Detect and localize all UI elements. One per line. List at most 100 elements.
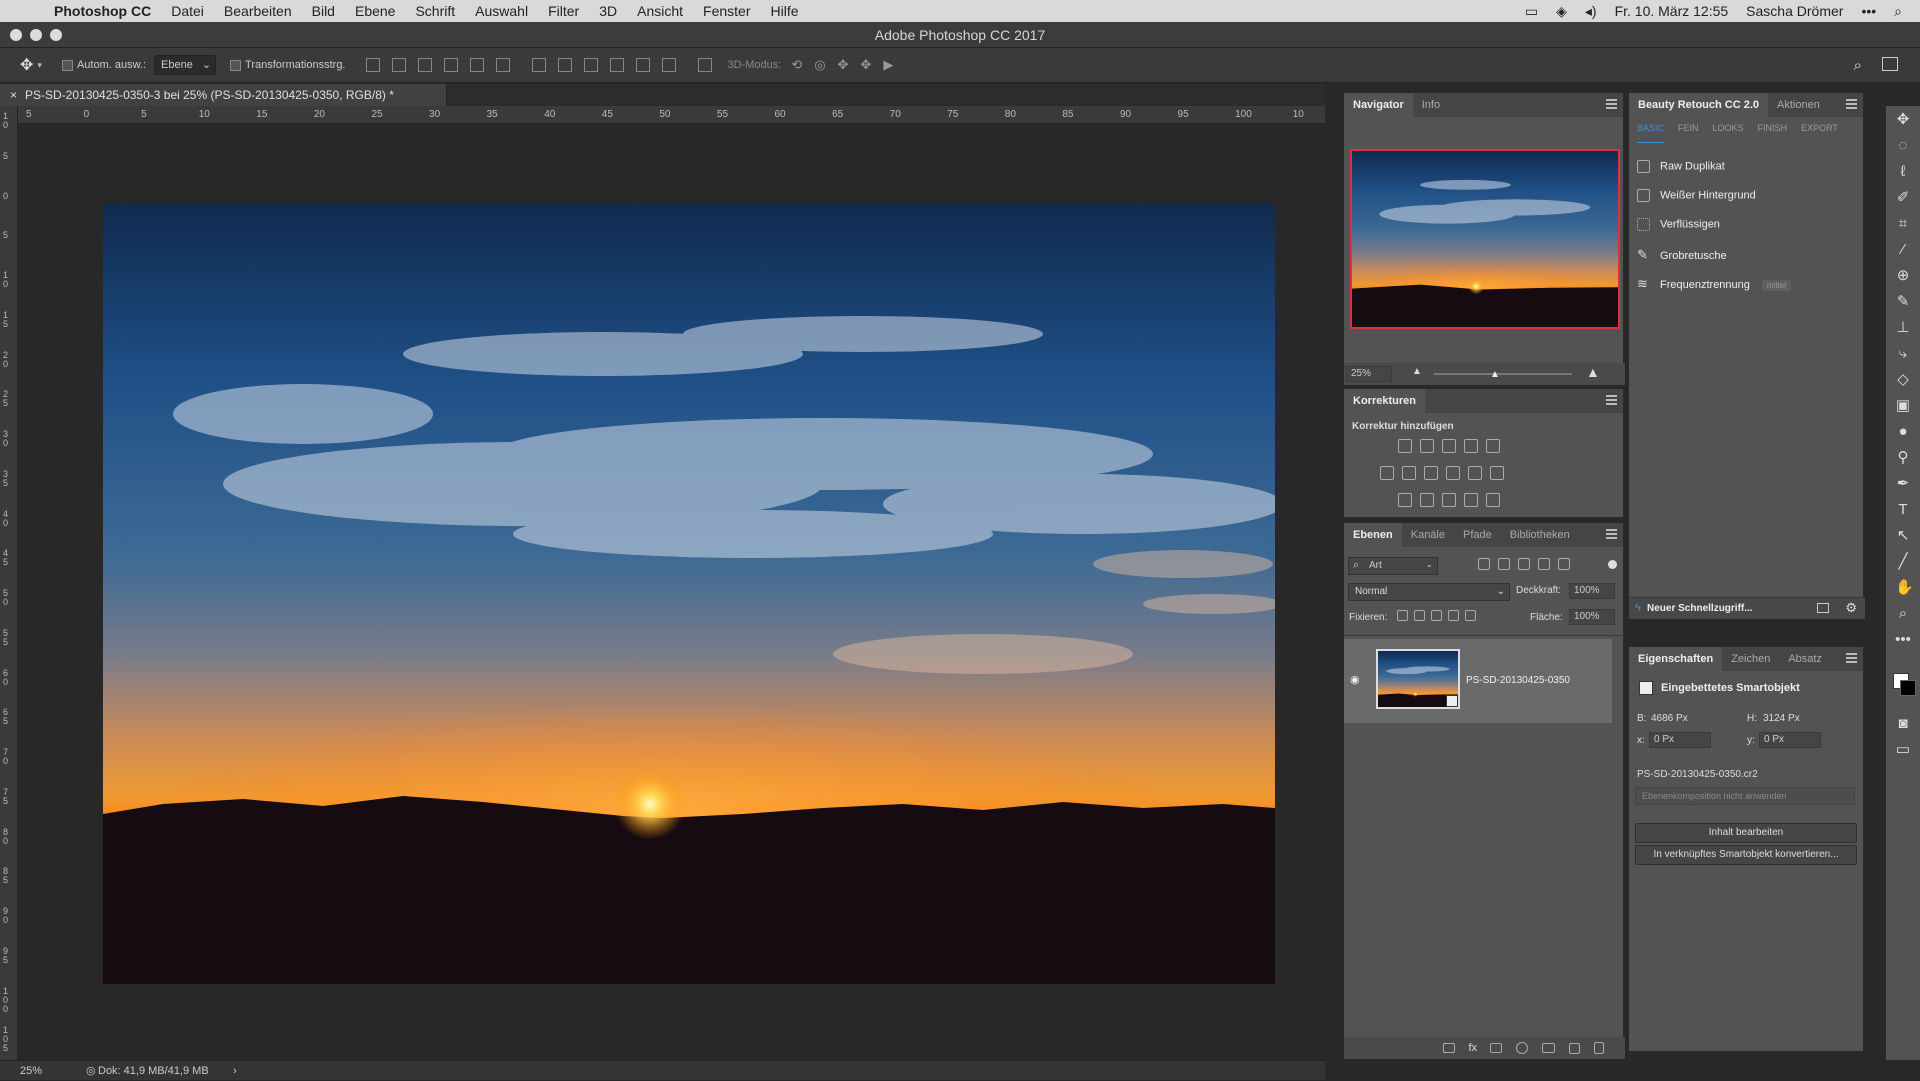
subtab-fein[interactable]: FEIN (1678, 123, 1699, 143)
type-tool-icon[interactable]: T (1895, 502, 1911, 518)
tab-aktionen[interactable]: Aktionen (1768, 93, 1829, 117)
beauty-item-raw-duplikat[interactable]: Raw Duplikat (1637, 160, 1857, 180)
panel-menu-icon[interactable] (1606, 395, 1617, 405)
window-icon[interactable] (1817, 603, 1829, 613)
tab-zeichen[interactable]: Zeichen (1722, 647, 1779, 671)
distribute-vcenter-icon[interactable] (557, 58, 572, 72)
navigator-zoom-field[interactable]: 25% (1346, 366, 1392, 382)
tab-info[interactable]: Info (1413, 93, 1449, 117)
threshold-icon[interactable] (1442, 493, 1456, 507)
history-brush-tool-icon[interactable]: ⤷ (1895, 346, 1911, 362)
more-tools-icon[interactable]: ••• (1895, 632, 1911, 648)
zoom-out-icon[interactable]: ▲ (1412, 366, 1422, 377)
filter-adjustment-icon[interactable] (1498, 558, 1510, 571)
airplay-icon[interactable]: ▭ (1525, 3, 1538, 20)
brush-tool-icon[interactable]: ✎ (1895, 294, 1911, 310)
y-field[interactable]: 0 Px (1759, 732, 1821, 748)
new-adjustment-icon[interactable] (1516, 1042, 1528, 1054)
transform-checkbox-wrap[interactable]: Transformationsstrg. (230, 59, 346, 71)
menu-3d[interactable]: 3D (599, 3, 617, 19)
fx-icon[interactable]: fx (1468, 1042, 1477, 1054)
sunset-photo[interactable] (103, 204, 1275, 984)
navigator-preview[interactable] (1350, 149, 1620, 329)
marquee-tool-icon[interactable]: ◌ (1895, 138, 1911, 154)
apple-icon[interactable] (18, 3, 40, 19)
tab-eigenschaften[interactable]: Eigenschaften (1629, 647, 1723, 671)
new-group-icon[interactable] (1542, 1043, 1555, 1053)
panel-menu-icon[interactable] (1606, 529, 1617, 539)
status-zoom[interactable]: 25% (20, 1061, 42, 1081)
auto-select-dropdown[interactable]: Ebene ⌄ (154, 55, 217, 75)
corrections-title[interactable]: Korrekturen (1344, 389, 1425, 413)
close-tab-icon[interactable]: × (10, 88, 17, 102)
curves-icon[interactable] (1442, 439, 1456, 453)
align-vcenter-icon[interactable] (391, 58, 406, 72)
tab-kanaele[interactable]: Kanäle (1402, 523, 1454, 547)
gradient-tool-icon[interactable]: ▣ (1895, 398, 1911, 414)
layer-filter-dropdown[interactable]: ⌕ Art ⌄ (1348, 557, 1438, 575)
align-left-icon[interactable] (443, 58, 458, 72)
add-mask-icon[interactable] (1490, 1043, 1502, 1053)
zoom-slider-thumb[interactable]: ▲ (1490, 369, 1500, 380)
beauty-item-frequenztrennung[interactable]: ≋ Frequenztrennung mittel (1637, 276, 1857, 296)
filter-type-icon[interactable] (1518, 558, 1530, 571)
vibrance-icon[interactable] (1486, 439, 1500, 453)
tab-bibliotheken[interactable]: Bibliotheken (1501, 523, 1579, 547)
zoom-in-icon[interactable]: ▲ (1586, 364, 1600, 380)
filter-toggle-icon[interactable] (1608, 560, 1617, 569)
fill-field[interactable]: 100% (1569, 609, 1615, 625)
brightness-icon[interactable] (1398, 439, 1412, 453)
move-tool-icon[interactable]: ✥ (1895, 112, 1911, 128)
menu-auswahl[interactable]: Auswahl (475, 3, 528, 19)
beauty-item-weisser-hintergrund[interactable]: Weißer Hintergrund (1637, 189, 1857, 209)
lock-transparent-icon[interactable] (1397, 609, 1408, 621)
hue-saturation-icon[interactable] (1380, 466, 1394, 480)
tab-ebenen[interactable]: Ebenen (1344, 523, 1402, 547)
menu-ansicht[interactable]: Ansicht (637, 3, 683, 19)
path-select-tool-icon[interactable]: ↖ (1895, 528, 1911, 544)
lock-pixels-icon[interactable] (1414, 609, 1425, 621)
align-right-icon[interactable] (495, 58, 510, 72)
filter-pixel-icon[interactable] (1478, 558, 1490, 571)
menu-app[interactable]: Photoshop CC (54, 3, 151, 19)
search-icon[interactable]: ⌕ (1854, 57, 1862, 74)
align-bottom-icon[interactable] (417, 58, 432, 72)
black-white-icon[interactable] (1424, 466, 1438, 480)
lock-artboard-icon[interactable] (1448, 609, 1459, 621)
layer-name[interactable]: PS-SD-20130425-0350 (1466, 675, 1570, 686)
tab-beauty-retouch[interactable]: Beauty Retouch CC 2.0 (1629, 93, 1769, 117)
chevron-down-icon[interactable]: ▾ (37, 60, 42, 71)
beauty-item-verfluessigen[interactable]: Verflüssigen (1637, 218, 1857, 238)
gear-icon[interactable]: ⚙ (1845, 600, 1857, 616)
user-name[interactable]: Sascha Drömer (1746, 3, 1843, 19)
quick-access-label[interactable]: Neuer Schnellzugriff... (1647, 603, 1753, 614)
menu-hilfe[interactable]: Hilfe (771, 3, 799, 19)
distribute-left-icon[interactable] (609, 58, 624, 72)
dodge-tool-icon[interactable]: ⚲ (1895, 450, 1911, 466)
filter-shape-icon[interactable] (1538, 558, 1550, 571)
panel-menu-icon[interactable] (1846, 99, 1857, 109)
stamp-tool-icon[interactable]: ⊥ (1895, 320, 1911, 336)
screen-mode-icon[interactable]: ▭ (1895, 742, 1911, 758)
lock-all-icon[interactable] (1465, 609, 1476, 621)
quick-select-tool-icon[interactable]: ✐ (1895, 190, 1911, 206)
distribute-top-icon[interactable] (531, 58, 546, 72)
pen-tool-icon[interactable]: ✒ (1895, 476, 1911, 492)
tab-absatz[interactable]: Absatz (1779, 647, 1831, 671)
panel-menu-icon[interactable] (1846, 653, 1857, 663)
color-balance-icon[interactable] (1402, 466, 1416, 480)
invert-icon[interactable] (1398, 493, 1412, 507)
width-value[interactable]: 4686 Px (1651, 713, 1688, 724)
new-layer-icon[interactable] (1569, 1042, 1580, 1054)
visibility-eye-icon[interactable]: ◉ (1350, 673, 1360, 686)
frequency-badge[interactable]: mittel (1761, 280, 1792, 291)
canvas-area[interactable] (18, 124, 1325, 1060)
healing-tool-icon[interactable]: ⊕ (1895, 268, 1911, 284)
layer-row[interactable]: ◉ PS-SD-20130425-0350 (1344, 639, 1612, 723)
auto-align-icon[interactable] (697, 58, 712, 72)
crop-tool-icon[interactable]: ⌗ (1895, 216, 1911, 232)
beauty-item-grobretusche[interactable]: ✎ Grobretusche (1637, 247, 1857, 267)
search-icon[interactable]: ⌕ (1894, 3, 1902, 20)
zoom-slider-track[interactable] (1434, 373, 1572, 375)
tab-pfade[interactable]: Pfade (1454, 523, 1501, 547)
